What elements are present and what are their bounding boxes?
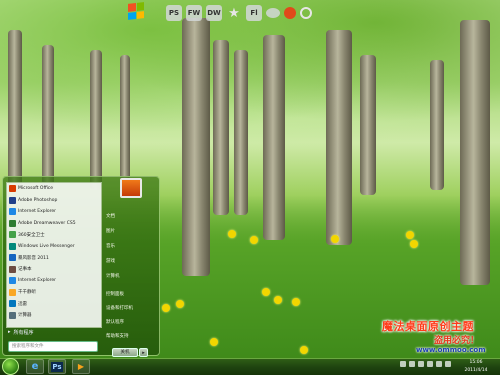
tree-trunk — [326, 30, 352, 245]
flower — [300, 346, 308, 354]
app-icon — [9, 196, 16, 204]
refresh-icon[interactable] — [300, 7, 312, 19]
globe-icon[interactable] — [284, 7, 296, 19]
network-icon[interactable] — [445, 361, 451, 367]
flower — [406, 231, 414, 239]
places-item[interactable]: 计算机 — [106, 272, 158, 282]
program-item[interactable]: 计算器 — [7, 310, 101, 322]
top-dock: PS FW DW ★ Fl — [166, 4, 332, 22]
photoshop-icon: Ps — [51, 361, 63, 372]
tree-trunk — [263, 35, 285, 240]
program-item[interactable]: Adobe Photoshop — [7, 195, 101, 207]
flash-icon[interactable]: Fl — [246, 5, 262, 21]
places-item[interactable]: 文档 — [106, 212, 158, 222]
flower — [262, 288, 270, 296]
places-item[interactable]: 音乐 — [106, 242, 158, 252]
tree-trunk — [460, 20, 490, 285]
tree-trunk — [182, 18, 210, 276]
program-item[interactable]: Adobe Dreamweaver CS5 — [7, 218, 101, 230]
tree-trunk — [234, 50, 248, 215]
start-button[interactable] — [2, 358, 19, 375]
ie-taskbar-button[interactable]: e — [26, 359, 44, 374]
start-menu: Microsoft Office Adobe Photoshop Interne… — [2, 176, 160, 357]
app-icon — [9, 311, 16, 319]
app-icon — [9, 300, 16, 308]
app-icon — [9, 288, 16, 296]
all-programs-button[interactable]: ▸ 所有程序 — [8, 327, 98, 337]
app-icon — [9, 265, 16, 273]
app-icon — [9, 254, 16, 262]
tree-canopy — [0, 0, 500, 150]
volume-icon[interactable] — [436, 361, 442, 367]
tree-trunk — [360, 55, 376, 195]
watermark-subtitle: 盗用必究！ — [434, 336, 480, 346]
fireworks-icon[interactable]: FW — [186, 5, 202, 21]
program-item[interactable]: 迅雷 — [7, 298, 101, 310]
flower — [162, 304, 170, 312]
clock-time: 15:06 — [469, 360, 483, 365]
app-icon — [9, 208, 16, 216]
tree-trunk — [120, 55, 130, 180]
arrow-right-icon: ▸ — [8, 329, 11, 335]
flower — [274, 296, 282, 304]
program-item[interactable]: Internet Explorer — [7, 275, 101, 287]
app-icon — [9, 277, 16, 285]
watermark: 魔法桌面原创主题 盗用必究！ www.ommoo.com — [382, 318, 498, 356]
tray-icon[interactable] — [409, 361, 415, 367]
places-item[interactable]: 控制面板 — [106, 290, 158, 300]
watermark-url: www.ommoo.com — [416, 346, 486, 354]
tree-trunk — [430, 60, 444, 190]
places-item[interactable]: 帮助和支持 — [106, 332, 158, 342]
cloud-icon[interactable] — [266, 8, 280, 18]
ie-icon: e — [31, 361, 39, 372]
places-item[interactable]: 游戏 — [106, 257, 158, 267]
star-icon[interactable]: ★ — [226, 5, 242, 21]
app-icon — [9, 242, 16, 250]
clock-date: 2011/4/14 — [464, 368, 488, 373]
shutdown-button[interactable]: 关机 — [112, 348, 138, 357]
system-tray — [400, 361, 451, 367]
flower — [176, 300, 184, 308]
program-item[interactable]: Windows Live Messenger — [7, 241, 101, 253]
flower — [228, 230, 236, 238]
program-item[interactable]: 千千静听 — [7, 287, 101, 299]
start-menu-programs: Microsoft Office Adobe Photoshop Interne… — [6, 182, 102, 328]
start-search-input[interactable]: 搜索程序和文件 — [8, 341, 98, 352]
program-item[interactable]: 记事本 — [7, 264, 101, 276]
tree-trunk — [42, 45, 54, 190]
windows-logo-icon[interactable] — [128, 2, 144, 20]
start-menu-places: 文档 图片 音乐 游戏 计算机 控制面板 设备和打印机 默认程序 帮助和支持 关… — [104, 178, 158, 357]
places-item[interactable]: 默认程序 — [106, 318, 158, 328]
program-item[interactable]: 暴风影音 2011 — [7, 252, 101, 264]
places-item[interactable]: 图片 — [106, 227, 158, 237]
shield-icon[interactable] — [316, 5, 332, 21]
shutdown-options-button[interactable]: ▸ — [139, 348, 148, 357]
program-item[interactable]: Internet Explorer — [7, 206, 101, 218]
user-avatar[interactable] — [120, 178, 142, 198]
tray-icon[interactable] — [418, 361, 424, 367]
photoshop-taskbar-button[interactable]: Ps — [48, 359, 66, 374]
media-icon: ▶ — [77, 362, 85, 371]
tree-trunk — [8, 30, 22, 190]
photoshop-icon[interactable]: PS — [166, 5, 182, 21]
app-icon — [9, 231, 16, 239]
places-item[interactable]: 设备和打印机 — [106, 304, 158, 314]
flower — [250, 236, 258, 244]
tray-icon[interactable] — [427, 361, 433, 367]
flower — [331, 235, 339, 243]
app-icon — [9, 185, 16, 193]
tree-trunk — [90, 50, 102, 190]
taskbar-clock[interactable]: 15:06 2011/4/14 — [456, 358, 496, 375]
flower — [210, 338, 218, 346]
program-item[interactable]: 360安全卫士 — [7, 229, 101, 241]
app-icon — [9, 219, 16, 227]
tree-trunk — [213, 40, 229, 215]
flower — [292, 298, 300, 306]
watermark-title: 魔法桌面原创主题 — [382, 320, 474, 333]
dreamweaver-icon[interactable]: DW — [206, 5, 222, 21]
tray-icon[interactable] — [400, 361, 406, 367]
program-item[interactable]: Microsoft Office — [7, 183, 101, 195]
flower — [410, 240, 418, 248]
media-taskbar-button[interactable]: ▶ — [72, 359, 90, 374]
